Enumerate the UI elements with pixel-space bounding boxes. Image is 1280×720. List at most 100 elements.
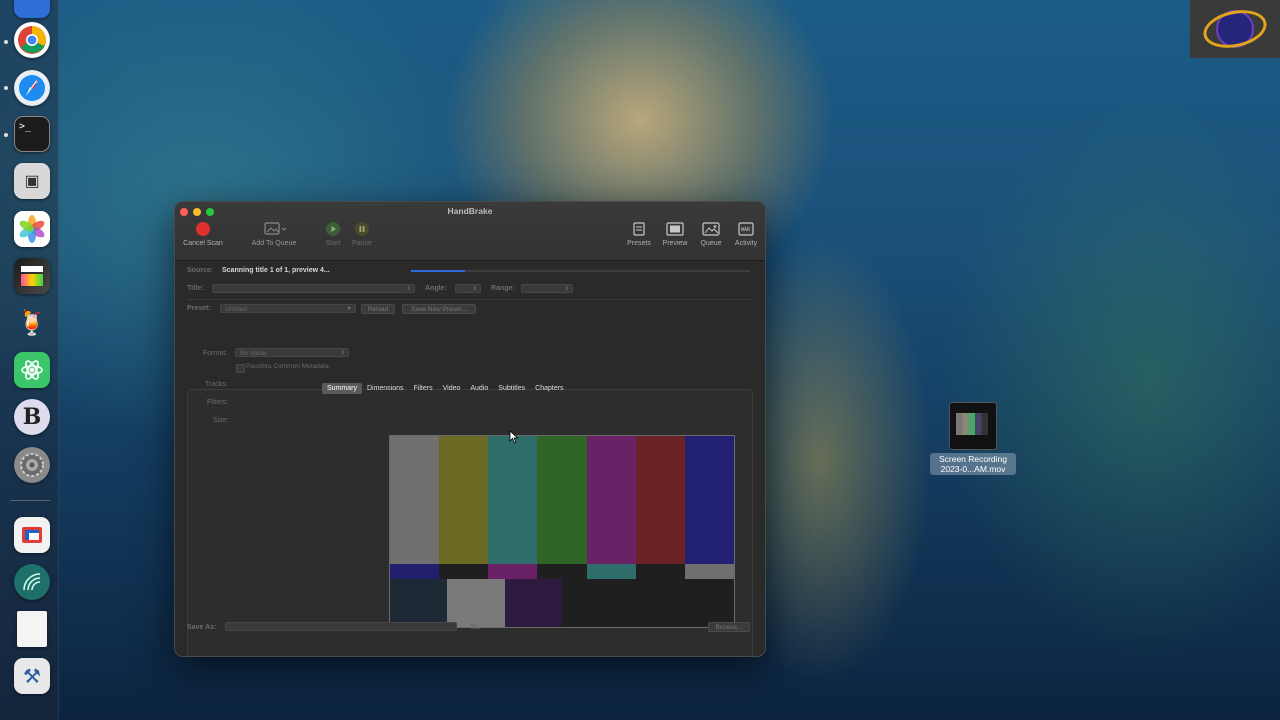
chrome-dock-icon[interactable]	[14, 22, 50, 58]
preview-button[interactable]: Preview	[660, 222, 690, 247]
browse-button[interactable]: Browse...	[708, 622, 750, 632]
preset-select[interactable]: Untitled ▼	[220, 304, 356, 313]
queue-icon	[702, 222, 720, 236]
size-label: Size:	[213, 417, 229, 424]
preset-label: Preset:	[187, 305, 211, 312]
angle-label: Angle:	[425, 285, 447, 292]
color-bar-mid-2	[439, 564, 489, 579]
final-cut-dock-icon[interactable]	[14, 258, 50, 294]
system-settings-dock-icon[interactable]	[14, 447, 50, 483]
divider	[187, 299, 753, 300]
range-select[interactable]: ⇕	[521, 284, 573, 293]
tab-video[interactable]: Video	[438, 383, 466, 394]
presets-button[interactable]: Presets	[625, 222, 653, 247]
color-bar-top-6	[635, 436, 685, 564]
start-button[interactable]: Start	[321, 222, 345, 247]
add-to-queue-button[interactable]: Add To Queue	[247, 222, 301, 247]
color-bar-bottom-6	[676, 579, 734, 627]
record-stop-icon	[196, 222, 210, 236]
mouse-cursor-icon	[509, 430, 519, 444]
scan-progress-fill	[411, 270, 466, 272]
dock: >_ ▣ 🍹 B ⚒	[0, 0, 59, 720]
select-arrows-icon: ⇕	[406, 286, 411, 292]
dock-separator	[10, 500, 50, 501]
desktop-file-screen-recording[interactable]: Screen Recording 2023-0...AM.mov	[930, 402, 1016, 475]
play-icon	[326, 222, 340, 236]
preview-image	[389, 435, 735, 628]
terminal-dock-icon[interactable]: >_	[14, 116, 50, 152]
to-label: To:	[470, 624, 481, 631]
color-bars-middle	[390, 564, 734, 579]
logo-ring-icon	[1199, 4, 1271, 54]
network-dock-icon[interactable]	[14, 564, 50, 600]
save-new-preset-button[interactable]: Save New Preset...	[402, 304, 476, 314]
safari-dock-icon[interactable]	[14, 70, 50, 106]
color-bar-top-1	[390, 436, 440, 564]
video-thumbnail-icon	[949, 402, 997, 450]
tab-filters[interactable]: Filters	[409, 383, 438, 394]
running-indicator	[4, 40, 8, 44]
format-value: No Value	[240, 350, 267, 357]
color-bar-mid-6	[635, 564, 685, 579]
pause-label: Pause	[352, 240, 372, 247]
tab-audio[interactable]: Audio	[465, 383, 493, 394]
running-indicator	[4, 86, 8, 90]
angle-select[interactable]: ⇕	[455, 284, 481, 293]
finder-dock-icon[interactable]	[14, 0, 50, 18]
document-dock-icon[interactable]	[17, 611, 47, 647]
color-bar-top-7	[684, 436, 734, 564]
queue-label: Queue	[700, 240, 722, 247]
color-bar-mid-4	[537, 564, 587, 579]
pause-button[interactable]: Pause	[349, 222, 375, 247]
activity-icon: WAR	[738, 222, 754, 236]
format-select[interactable]: No Value ⇕	[235, 348, 349, 357]
queue-button[interactable]: Queue	[697, 222, 725, 247]
format-label: Format:	[203, 350, 228, 357]
color-bar-top-3	[488, 436, 538, 564]
window-titlebar: HandBrake Cancel Scan Add To Queue Start…	[175, 202, 765, 261]
main-content: Source: Scanning title 1 of 1, preview 4…	[175, 261, 765, 656]
select-arrows-icon: ⇕	[340, 350, 345, 356]
color-bar-bottom-1	[390, 579, 448, 627]
tab-dimensions[interactable]: Dimensions	[362, 383, 409, 394]
source-label: Source:	[187, 267, 214, 274]
filters-label: Filters:	[207, 399, 228, 406]
photos-dock-icon[interactable]	[14, 211, 50, 247]
bbedit-dock-icon[interactable]: B	[14, 399, 50, 435]
desktop-file-name: Screen Recording 2023-0...AM.mov	[930, 453, 1016, 475]
color-bar-top-2	[439, 436, 489, 564]
cocktail-dock-icon[interactable]: 🍹	[14, 305, 50, 341]
title-select[interactable]: ⇕	[212, 284, 415, 293]
tab-bar: Summary Dimensions Filters Video Audio Subtit…	[322, 383, 569, 394]
atom-dock-icon[interactable]	[14, 352, 50, 388]
select-arrows-icon: ⇕	[472, 286, 477, 292]
tab-chapters[interactable]: Chapters	[530, 383, 568, 394]
color-bar-mid-7	[684, 564, 734, 579]
cancel-scan-button[interactable]: Cancel Scan	[179, 222, 227, 247]
tracks-label: Tracks:	[205, 381, 228, 388]
color-bar-bottom-2	[447, 579, 505, 627]
tab-summary[interactable]: Summary	[322, 383, 362, 394]
color-bar-top-5	[586, 436, 636, 564]
scan-progress-bar	[411, 270, 750, 272]
reload-button[interactable]: Reload	[361, 304, 395, 314]
passthru-checkbox[interactable]	[236, 364, 245, 373]
color-bar-bottom-3	[504, 579, 562, 627]
save-as-field[interactable]	[225, 622, 457, 631]
save-as-label: Save As:	[187, 624, 217, 631]
range-label: Range:	[491, 285, 515, 292]
presets-label: Presets	[627, 240, 651, 247]
preview-icon	[666, 222, 684, 236]
color-bars-top	[390, 436, 734, 564]
handbrake-window: HandBrake Cancel Scan Add To Queue Start…	[174, 201, 766, 657]
screenshot-dock-icon[interactable]: ▣	[14, 163, 50, 199]
tab-subtitles[interactable]: Subtitles	[493, 383, 530, 394]
finder-folder-dock-icon[interactable]	[14, 517, 50, 553]
color-bar-top-4	[537, 436, 587, 564]
source-status: Scanning title 1 of 1, preview 4...	[222, 267, 330, 274]
activity-button[interactable]: WAR Activity	[730, 222, 762, 247]
xcode-dock-icon[interactable]: ⚒	[14, 658, 50, 694]
color-bar-mid-5	[586, 564, 636, 579]
add-to-queue-label: Add To Queue	[251, 240, 297, 247]
select-arrows-icon: ⇕	[564, 286, 569, 292]
